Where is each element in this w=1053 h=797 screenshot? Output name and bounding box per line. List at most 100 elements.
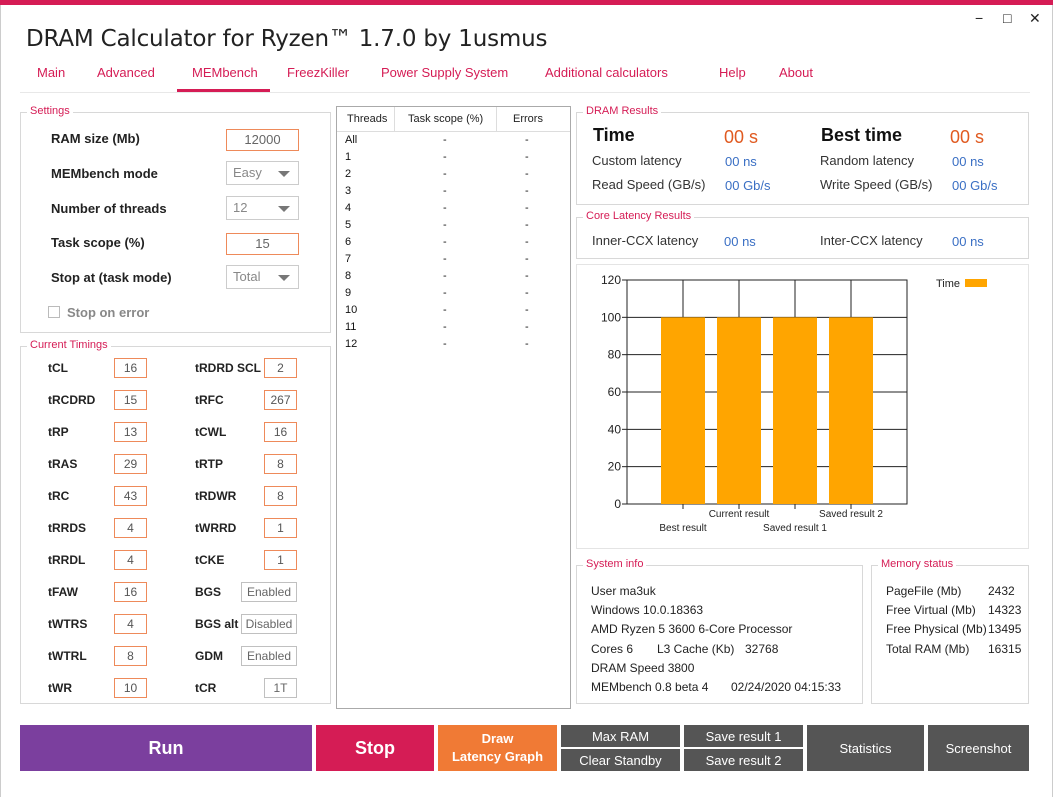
- settings-group-title: Settings: [27, 105, 73, 117]
- stop-at-select[interactable]: Total: [226, 265, 299, 289]
- col-header-task-scope: Task scope (%): [408, 113, 484, 125]
- tab-main[interactable]: Main: [37, 65, 65, 80]
- tab-help[interactable]: Help: [719, 65, 746, 80]
- statistics-button[interactable]: Statistics: [807, 725, 924, 771]
- timing-value[interactable]: 1: [264, 550, 297, 570]
- timing-value[interactable]: 43: [114, 486, 147, 506]
- timing-value[interactable]: 4: [114, 614, 147, 634]
- table-cell: 9: [345, 287, 352, 299]
- timing-label: BGS alt: [195, 617, 239, 631]
- table-cell: -: [443, 304, 447, 316]
- table-row: 3 - -: [337, 185, 570, 202]
- screenshot-button[interactable]: Screenshot: [928, 725, 1029, 771]
- timing-label: tRC: [48, 489, 70, 503]
- tab-about[interactable]: About: [779, 65, 813, 80]
- table-row: 4 - -: [337, 202, 570, 219]
- table-cell: -: [443, 134, 447, 146]
- clear-standby-button[interactable]: Clear Standby: [561, 749, 680, 771]
- table-cell: -: [443, 202, 447, 214]
- table-cell: 8: [345, 270, 352, 282]
- timing-label: tRDWR: [195, 489, 237, 503]
- timing-value[interactable]: 10: [114, 678, 147, 698]
- draw-latency-graph-button[interactable]: Draw Latency Graph: [438, 725, 557, 771]
- table-cell: -: [525, 236, 529, 248]
- maximize-button[interactable]: □: [1003, 10, 1011, 26]
- run-button[interactable]: Run: [20, 725, 312, 771]
- write-speed-label: Write Speed (GB/s): [820, 177, 933, 192]
- timing-value[interactable]: 8: [264, 454, 297, 474]
- timing-value[interactable]: 4: [114, 550, 147, 570]
- legend-label: Time: [936, 278, 960, 290]
- ram-size-label: RAM size (Mb): [51, 131, 140, 146]
- table-row: 5 - -: [337, 219, 570, 236]
- timing-value[interactable]: 1T: [264, 678, 297, 698]
- timing-value[interactable]: 267: [264, 390, 297, 410]
- stop-button[interactable]: Stop: [316, 725, 434, 771]
- y-tick-label: 120: [601, 273, 621, 287]
- timing-value[interactable]: 13: [114, 422, 147, 442]
- timing-label: tWTRS: [48, 617, 88, 631]
- sys-user: User ma3uk: [591, 584, 656, 598]
- table-cell: 5: [345, 219, 352, 231]
- membench-mode-select[interactable]: Easy: [226, 161, 299, 185]
- table-cell: -: [525, 304, 529, 316]
- stop-on-error-checkbox[interactable]: [48, 306, 60, 318]
- timing-label: tCL: [48, 361, 68, 375]
- timing-value[interactable]: Enabled: [241, 582, 297, 602]
- table-row: 7 - -: [337, 253, 570, 270]
- tab-membench[interactable]: MEMbench: [192, 65, 258, 80]
- timing-value[interactable]: 15: [114, 390, 147, 410]
- tab-freezkiller[interactable]: FreezKiller: [287, 65, 349, 80]
- save-result-2-button[interactable]: Save result 2: [684, 749, 803, 771]
- best-time-label: Best time: [821, 125, 903, 145]
- dram-results-title: DRAM Results: [583, 105, 662, 117]
- timing-value[interactable]: 1: [264, 518, 297, 538]
- table-cell: -: [525, 134, 529, 146]
- timing-value[interactable]: 4: [114, 518, 147, 538]
- table-cell: -: [525, 185, 529, 197]
- tab-advanced[interactable]: Advanced: [97, 65, 155, 80]
- custom-latency-value: 00 ns: [725, 154, 757, 169]
- timing-label: tWR: [48, 681, 72, 695]
- task-scope-input[interactable]: 15: [226, 233, 299, 255]
- timing-value[interactable]: 29: [114, 454, 147, 474]
- ram-size-input[interactable]: 12000: [226, 129, 299, 151]
- minimize-button[interactable]: −: [975, 10, 983, 26]
- table-row: 10 - -: [337, 304, 570, 321]
- y-tick-label: 100: [601, 310, 621, 324]
- col-header-threads: Threads: [347, 113, 388, 125]
- max-ram-button[interactable]: Max RAM: [561, 725, 680, 747]
- timing-value[interactable]: 8: [114, 646, 147, 666]
- tab-additional-calculators[interactable]: Additional calculators: [545, 65, 668, 80]
- timing-value[interactable]: 16: [114, 358, 147, 378]
- stop-on-error-label: Stop on error: [67, 305, 150, 320]
- save-result-1-button[interactable]: Save result 1: [684, 725, 803, 747]
- timing-value[interactable]: Disabled: [241, 614, 297, 634]
- timing-value[interactable]: Enabled: [241, 646, 297, 666]
- table-cell: -: [443, 151, 447, 163]
- timing-value[interactable]: 16: [114, 582, 147, 602]
- timing-value[interactable]: 8: [264, 486, 297, 506]
- table-cell: -: [525, 202, 529, 214]
- close-button[interactable]: ✕: [1029, 10, 1041, 27]
- x-category-label: Best result: [659, 523, 706, 534]
- write-speed-value: 00 Gb/s: [952, 178, 998, 193]
- tab-power-supply-system[interactable]: Power Supply System: [381, 65, 508, 80]
- timing-value[interactable]: 2: [264, 358, 297, 378]
- timing-label: tRAS: [48, 457, 78, 471]
- latency-chart: 120 100 80 60 40 20 0 Best resultCurrent result…: [601, 273, 987, 534]
- app-title: DRAM Calculator for Ryzen™ 1.7.0 by 1usm…: [26, 26, 548, 52]
- table-cell: 11: [345, 321, 357, 333]
- read-speed-value: 00 Gb/s: [725, 178, 771, 193]
- timing-value[interactable]: 16: [264, 422, 297, 442]
- inter-ccx-label: Inter-CCX latency: [820, 233, 923, 248]
- timings-group-title: Current Timings: [27, 339, 111, 351]
- timing-label: tCR: [195, 681, 217, 695]
- time-label: Time: [593, 125, 635, 145]
- sys-datetime: 02/24/2020 04:15:33: [731, 680, 842, 694]
- x-category-label: Saved result 2: [819, 509, 883, 520]
- table-cell: -: [443, 253, 447, 265]
- threads-select[interactable]: 12: [226, 196, 299, 220]
- timing-label: tCWL: [195, 425, 227, 439]
- table-row: All - -: [337, 134, 570, 151]
